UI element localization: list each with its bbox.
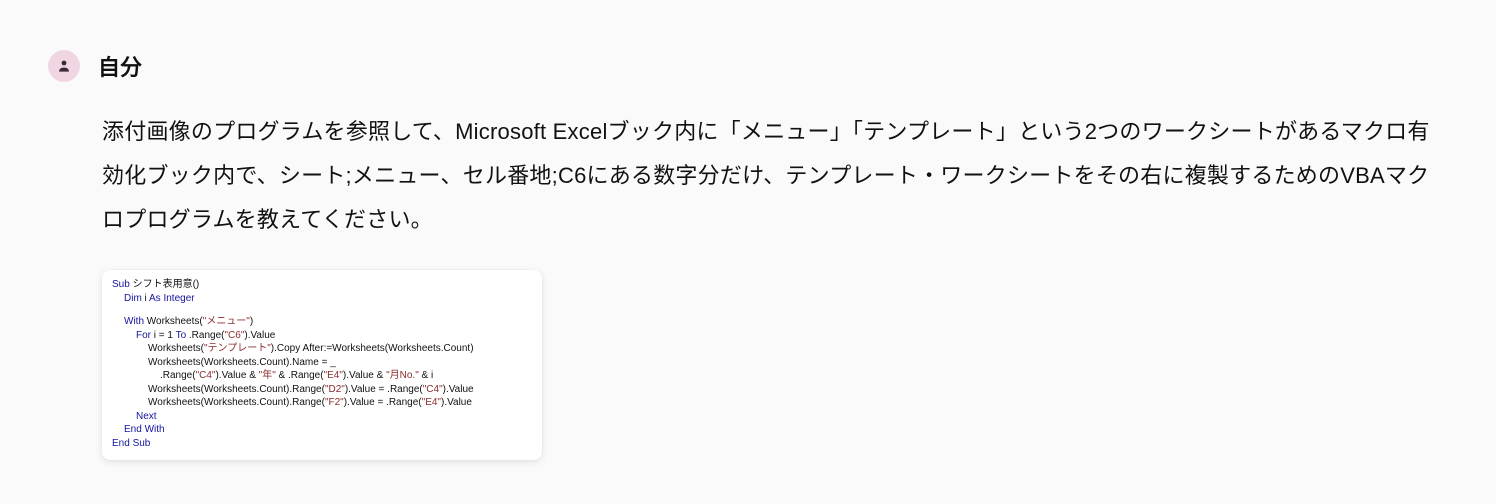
code-line: Worksheets(Worksheets.Count).Range("F2")… (112, 396, 532, 410)
author-label: 自分 (98, 50, 142, 82)
avatar (48, 50, 80, 82)
code-line: For i = 1 To .Range("C6").Value (112, 329, 532, 343)
code-line: Sub シフト表用意() (112, 278, 532, 292)
chat-message: 自分 添付画像のプログラムを参照して、Microsoft Excelブック内に「… (0, 0, 1496, 480)
code-line: End With (112, 423, 532, 437)
code-blank (112, 305, 532, 315)
code-line: Next (112, 410, 532, 424)
person-icon (55, 57, 73, 75)
message-header: 自分 (48, 50, 1448, 82)
code-line: Dim i As Integer (112, 292, 532, 306)
code-line: Worksheets(Worksheets.Count).Range("D2")… (112, 383, 532, 397)
code-line: End Sub (112, 437, 532, 451)
code-line: Worksheets(Worksheets.Count).Name = _ (112, 356, 532, 370)
code-line: With Worksheets("メニュー") (112, 315, 532, 329)
code-line: Worksheets("テンプレート").Copy After:=Workshe… (112, 342, 532, 356)
code-line: .Range("C4").Value & "年" & .Range("E4").… (112, 369, 532, 383)
message-text: 添付画像のプログラムを参照して、Microsoft Excelブック内に「メニュ… (102, 110, 1448, 242)
code-attachment: Sub シフト表用意() Dim i As Integer With Works… (102, 270, 542, 460)
